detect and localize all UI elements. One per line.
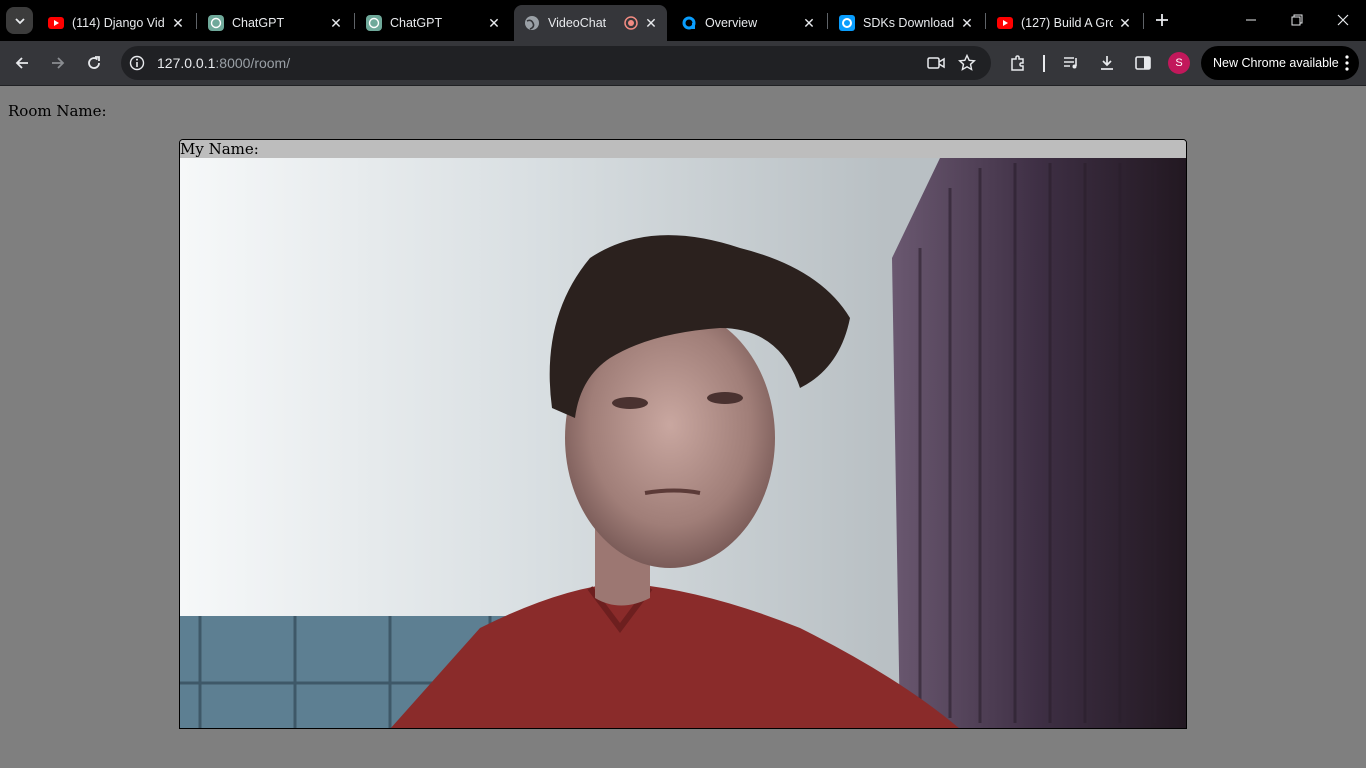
minimize-button[interactable] xyxy=(1228,0,1274,40)
media-controls-button[interactable] xyxy=(1057,49,1085,77)
close-icon[interactable]: ✕ xyxy=(328,15,344,31)
reload-button[interactable] xyxy=(80,49,108,77)
restore-icon xyxy=(1291,14,1303,26)
site-info-icon[interactable] xyxy=(129,55,145,75)
tab-separator xyxy=(354,13,355,29)
page-content: Room Name: My Name: xyxy=(0,86,1366,768)
recording-icon xyxy=(623,15,639,31)
video-container: My Name: xyxy=(179,139,1187,729)
globe-icon xyxy=(524,15,540,31)
tab-title: VideoChat xyxy=(548,16,607,30)
minimize-icon xyxy=(1246,19,1256,21)
browser-toolbar: 127.0.0.1:8000/room/ S New Chrome availa… xyxy=(0,41,1366,86)
tab-separator xyxy=(827,13,828,29)
close-icon[interactable]: ✕ xyxy=(959,15,975,31)
new-tab-button[interactable] xyxy=(1150,8,1174,32)
tab-chatgpt-2[interactable]: ChatGPT ✕ xyxy=(356,5,510,41)
close-window-button[interactable] xyxy=(1320,0,1366,40)
back-button[interactable] xyxy=(8,49,36,77)
playlist-icon xyxy=(1064,57,1077,69)
tab-title: Overview xyxy=(705,16,758,30)
url-text[interactable]: 127.0.0.1:8000/room/ xyxy=(157,55,290,71)
tab-strip: (114) Django Vid ✕ ChatGPT ✕ ChatGPT ✕ V… xyxy=(0,0,1366,41)
tab-title: ChatGPT xyxy=(390,16,443,30)
agora-icon xyxy=(839,15,855,31)
tab-title: (114) Django Vid xyxy=(72,16,165,30)
chatgpt-icon xyxy=(366,15,382,31)
tab-build-a-group[interactable]: (127) Build A Gro ✕ xyxy=(987,5,1141,41)
close-icon[interactable]: ✕ xyxy=(801,15,817,31)
close-icon[interactable]: ✕ xyxy=(1117,15,1133,31)
tab-title: ChatGPT xyxy=(232,16,285,30)
tab-separator xyxy=(985,13,986,29)
my-name-label: My Name: xyxy=(180,140,1186,158)
arrow-left-icon xyxy=(15,57,28,69)
youtube-icon xyxy=(48,15,64,31)
chatgpt-icon xyxy=(208,15,224,31)
tab-django-video[interactable]: (114) Django Vid ✕ xyxy=(38,5,194,41)
url-host: 127.0.0.1 xyxy=(157,55,216,71)
youtube-icon xyxy=(997,15,1013,31)
more-vert-icon xyxy=(1345,55,1349,74)
profile-avatar[interactable]: S xyxy=(1168,52,1190,74)
tab-overview[interactable]: Overview ✕ xyxy=(671,5,825,41)
tab-title: (127) Build A Gro xyxy=(1021,16,1113,30)
close-icon[interactable]: ✕ xyxy=(170,15,186,31)
close-icon xyxy=(1337,14,1349,26)
agora-icon xyxy=(681,15,697,31)
forward-button[interactable] xyxy=(44,49,72,77)
close-icon[interactable]: ✕ xyxy=(643,15,659,31)
toolbar-divider xyxy=(1043,55,1045,72)
puzzle-icon xyxy=(1011,55,1024,71)
tab-chatgpt-1[interactable]: ChatGPT ✕ xyxy=(198,5,352,41)
bookmark-star-icon[interactable] xyxy=(957,53,977,76)
plus-icon xyxy=(1156,14,1168,26)
tab-separator xyxy=(1143,13,1144,29)
tab-sdks-download[interactable]: SDKs Download ✕ xyxy=(829,5,983,41)
downloads-button[interactable] xyxy=(1093,49,1121,77)
url-path: :8000/room/ xyxy=(215,55,291,71)
restore-button[interactable] xyxy=(1274,0,1320,40)
webcam-video-frame xyxy=(180,158,1186,728)
tab-videochat[interactable]: VideoChat ✕ xyxy=(514,5,667,41)
address-bar[interactable]: 127.0.0.1:8000/room/ xyxy=(121,46,991,80)
side-panel-button[interactable] xyxy=(1129,49,1157,77)
tab-separator xyxy=(196,13,197,29)
close-icon[interactable]: ✕ xyxy=(486,15,502,31)
camera-in-use-icon[interactable] xyxy=(927,55,945,75)
update-label: New Chrome available xyxy=(1213,56,1339,70)
new-chrome-available-button[interactable]: New Chrome available xyxy=(1201,46,1359,80)
side-panel-icon xyxy=(1135,56,1151,70)
extensions-button[interactable] xyxy=(1004,49,1032,77)
tab-title: SDKs Download xyxy=(863,16,955,30)
local-video-stream xyxy=(180,158,1186,728)
arrow-right-icon xyxy=(52,57,65,69)
download-icon xyxy=(1101,56,1113,70)
chevron-down-icon xyxy=(14,17,25,24)
tab-search-button[interactable] xyxy=(6,7,33,34)
reload-icon xyxy=(88,56,100,69)
room-name-label: Room Name: xyxy=(8,102,107,120)
